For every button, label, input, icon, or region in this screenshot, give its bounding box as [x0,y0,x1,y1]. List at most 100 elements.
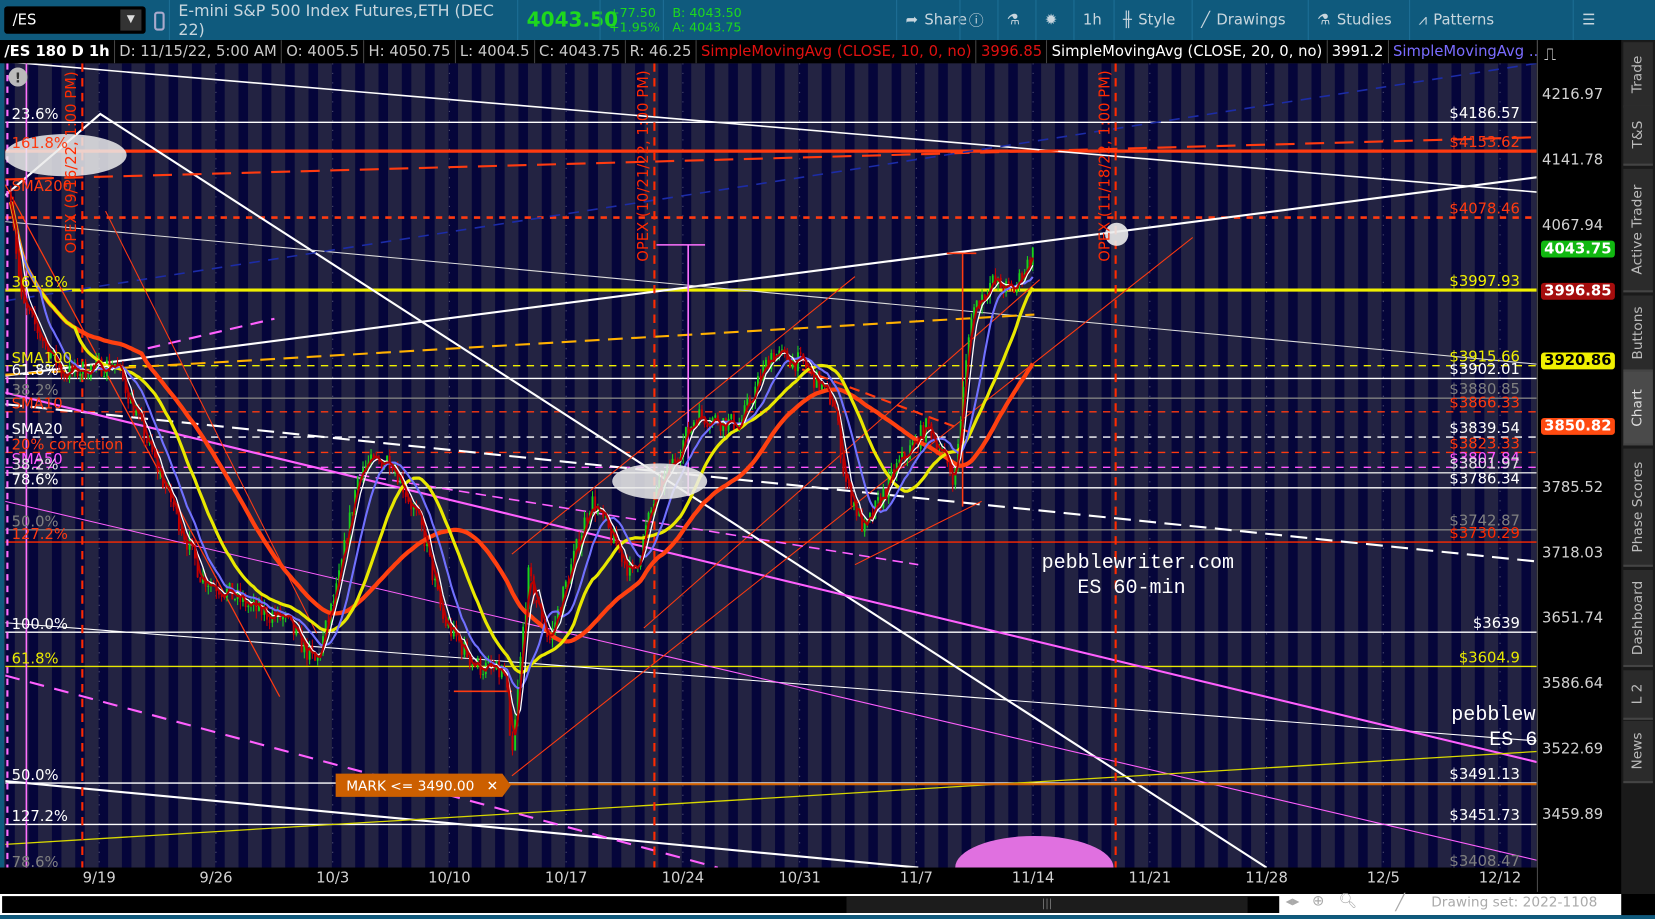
session-stripe [914,63,925,868]
session-stripe [1008,63,1018,868]
session-stripe [728,63,738,868]
alert-icon[interactable]: ! [8,67,28,87]
price-level-label: $4153.62 [1449,134,1519,151]
session-stripe [145,63,155,868]
sidebar-tab-chart[interactable]: Chart [1623,371,1653,446]
price-level-label: $4186.57 [1449,105,1519,122]
price-level-label: $3902.01 [1449,361,1519,378]
trendline[interactable] [5,221,1537,365]
sidebar-tab-active-trader[interactable]: Active Trader [1623,168,1653,293]
session-stripe [868,63,878,868]
price-level-label: $3730.29 [1449,525,1519,542]
session-stripe [495,63,505,868]
session-stripe [238,63,249,868]
drawing-set-label[interactable]: Drawing set: 2022-1108 [1431,895,1597,911]
zoom-icon[interactable]: 🔍︎ [1338,893,1357,910]
price-candle-body [863,522,866,532]
session-stripe [984,63,995,868]
chart-settings-icon[interactable]: ⎍ [1544,44,1556,65]
sidebar-tab-phase-scores[interactable]: Phase Scores [1623,448,1653,567]
price-candle-body [282,616,284,620]
sidebar-tab-t-s[interactable]: T&S [1623,105,1653,166]
trendline[interactable] [5,63,1537,302]
session-stripe [565,63,575,868]
price-candle-body [207,585,210,587]
price-candle-body [511,735,514,751]
price-level-label: $4078.46 [1449,200,1519,217]
date-tick: 12/5 [1366,869,1400,887]
fib-level-label: 23.6% [12,106,59,123]
highlight-ellipse[interactable] [612,463,708,500]
sidebar-tab-buttons[interactable]: Buttons [1623,295,1653,372]
price-tick: 3522.69 [1542,740,1604,758]
opex-label: OPEX (11/18/22, 1:00 PM) [1096,70,1113,261]
price-badge: 3996.85 [1541,282,1615,300]
price-candle-body [234,599,236,601]
trendline[interactable] [5,750,1537,846]
fib-level-label: 161.8% [12,135,68,152]
crosshair-icon[interactable]: ⊕ [1312,893,1324,910]
session-stripe [1358,63,1368,868]
price-tick: 4067.94 [1542,217,1604,235]
pan-icon[interactable]: ◂▸ [1286,894,1300,910]
trendline[interactable] [5,391,1537,764]
price-candle-body [145,439,148,444]
price-candle-body [799,352,802,354]
session-stripe [1264,63,1275,868]
session-stripe [518,63,528,868]
sidebar-tab-news[interactable]: News [1623,720,1653,784]
price-candle-body [674,458,677,462]
price-candle-body [79,373,82,376]
opex-label: OPEX (10/21/22, 1:00 PM) [635,70,652,261]
price-level-label: $3491.13 [1449,766,1519,783]
fib-level-label: SMA10 [12,396,63,413]
trendline[interactable] [5,500,1537,861]
price-candle-body [730,414,733,419]
price-candle-body [199,577,202,583]
trendline[interactable] [643,279,1040,629]
bottom-strip [0,915,1655,919]
fib-level-label: 61.8% [12,362,59,379]
sidebar-tab-dashboard[interactable]: Dashboard [1623,569,1653,668]
session-stripe [1171,63,1182,868]
date-tick: 10/3 [316,869,350,887]
session-stripe [1218,63,1228,868]
drawing-tool-icon[interactable]: ╱ [1395,893,1405,912]
session-stripe [471,63,482,868]
chart-canvas[interactable]: $4186.57$4153.62$4078.46$3997.93$3915.66… [0,0,1655,919]
price-candle-body [1007,281,1010,284]
horizontal-scrollbar[interactable]: ||| [2,896,1280,913]
session-stripe [541,63,552,868]
scroll-thumb[interactable]: ||| [846,896,1248,913]
price-candle-body [564,581,567,587]
fib-level-label: 61.8% [12,650,59,667]
session-stripe [1288,63,1298,868]
fib-level-label: 127.2% [12,808,68,825]
sidebar-tab-label: Active Trader [1630,184,1647,275]
session-stripe [938,63,948,868]
sidebar-tab-l-2[interactable]: L 2 [1623,670,1653,720]
mark-order-chip[interactable]: MARK <= 3490.00 ✕ [335,773,511,797]
sidebar-tab-trade[interactable]: Trade [1623,42,1653,108]
trendline[interactable] [5,176,1537,377]
trendline[interactable] [5,403,1537,563]
close-icon[interactable]: ✕ [487,779,498,795]
price-badge: 3850.82 [1541,417,1615,435]
price-candle-body [927,418,930,424]
price-axis[interactable]: ⎍ 4216.97 4141.78 4067.94 3785.52 3718.03 365… [1536,40,1623,892]
right-sidebar: Trade T&S Active Trader Buttons Chart Phase S… [1621,40,1655,894]
trendline[interactable] [5,622,1537,742]
price-candle-body [268,619,271,623]
session-stripe [1241,63,1252,868]
session-stripe [775,63,785,868]
magenta-arc [955,835,1114,868]
date-tick: 10/31 [778,869,821,887]
date-axis[interactable]: 9/19 9/26 10/3 10/10 10/17 10/24 10/31 11/7 11/1… [0,867,1537,894]
price-candle-body [391,468,394,471]
watermark-line2: ES 60-min [1077,577,1185,600]
session-stripe [285,63,295,868]
price-candle-body [831,404,834,407]
session-stripe [1334,63,1345,868]
sidebar-tab-label: News [1630,732,1647,770]
price-candle-body [764,359,767,367]
